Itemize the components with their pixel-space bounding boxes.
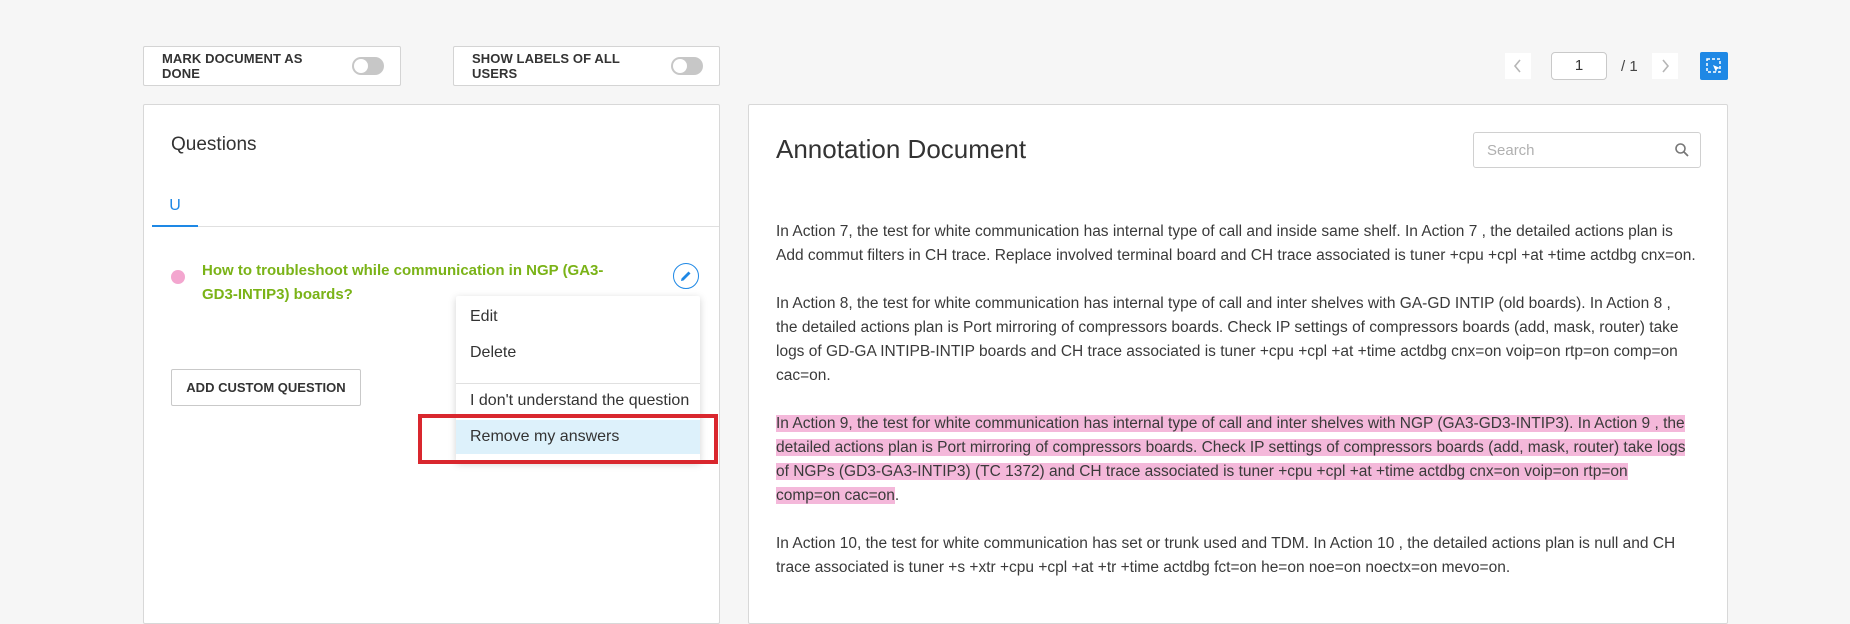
search-icon[interactable] — [1674, 142, 1690, 158]
document-body: In Action 7, the test for white communic… — [776, 220, 1696, 604]
mark-document-done-label: MARK DOCUMENT AS DONE — [162, 51, 303, 81]
chevron-right-icon[interactable] — [1651, 53, 1678, 79]
page-total: / 1 — [1621, 57, 1638, 75]
questions-tabs: U — [152, 183, 719, 227]
highlight-annotation-box — [418, 414, 718, 464]
menu-item-dont-understand[interactable]: I don't understand the question — [456, 384, 700, 418]
chevron-left-icon[interactable] — [1505, 53, 1531, 79]
mark-document-done-toggle[interactable]: MARK DOCUMENT AS DONE — [143, 46, 401, 86]
show-labels-toggle[interactable]: SHOW LABELS OF ALL USERS — [453, 46, 720, 86]
annotated-text-highlight[interactable]: In Action 9, the test for white communic… — [776, 415, 1686, 504]
tab-u[interactable]: U — [152, 183, 198, 227]
paragraph-action-9-tail: . — [894, 487, 900, 504]
pagination: 1 / 1 — [1505, 50, 1728, 82]
document-panel: Annotation Document Search In Action 7, … — [748, 104, 1728, 624]
document-search[interactable]: Search — [1473, 132, 1701, 168]
paragraph-action-9: In Action 9, the test for white communic… — [776, 412, 1696, 508]
menu-item-edit[interactable]: Edit — [456, 300, 700, 334]
question-status-dot — [171, 270, 185, 284]
paragraph-action-8: In Action 8, the test for white communic… — [776, 295, 1679, 384]
search-input[interactable]: Search — [1487, 142, 1535, 159]
paragraph-action-10: In Action 10, the test for white communi… — [776, 535, 1676, 576]
selection-mode-icon[interactable] — [1700, 52, 1728, 80]
menu-item-delete[interactable]: Delete — [456, 336, 700, 370]
edit-question-button[interactable] — [673, 263, 699, 289]
questions-title: Questions — [171, 134, 257, 155]
show-labels-switch[interactable] — [671, 57, 703, 75]
pencil-icon — [681, 271, 691, 281]
mark-done-switch[interactable] — [352, 57, 384, 75]
paragraph-action-7: In Action 7, the test for white communic… — [776, 223, 1696, 264]
document-title: Annotation Document — [776, 134, 1027, 164]
show-labels-label: SHOW LABELS OF ALL USERS — [472, 51, 620, 81]
page-number-input[interactable]: 1 — [1551, 52, 1607, 80]
add-custom-question-button[interactable]: ADD CUSTOM QUESTION — [171, 369, 361, 406]
